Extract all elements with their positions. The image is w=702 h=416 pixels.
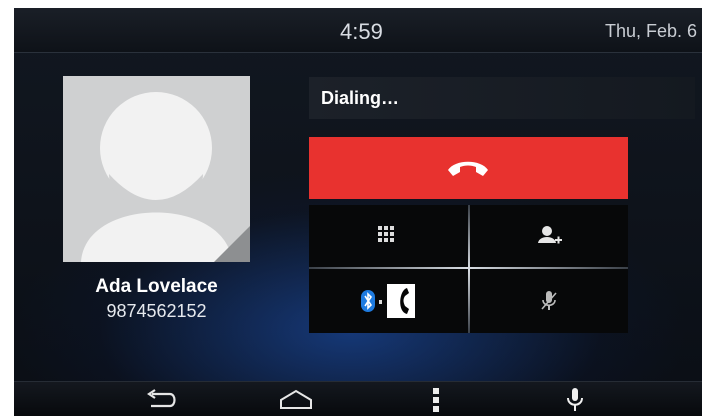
add-caller-button[interactable] (469, 205, 628, 268)
keypad-button[interactable] (309, 205, 468, 268)
audio-source-button[interactable] (309, 270, 468, 333)
screen-bezel-top (0, 0, 702, 8)
end-call-button[interactable] (309, 137, 628, 199)
grid-divider-vertical (468, 205, 470, 333)
bluetooth-phone-icon (361, 284, 415, 318)
back-button[interactable] (130, 382, 190, 416)
keypad-icon (378, 226, 394, 242)
date: Thu, Feb. 6 (605, 21, 698, 41)
home-icon (280, 389, 312, 409)
call-status-banner: Dialing… (309, 77, 695, 119)
back-icon (147, 388, 176, 407)
grid-divider-horizontal (309, 267, 628, 269)
call-status-text: Dialing… (321, 88, 400, 108)
mute-button[interactable] (469, 270, 628, 333)
contact-number: 9874562152 (106, 301, 207, 321)
navigation-bar (14, 381, 702, 416)
home-button[interactable] (266, 382, 326, 416)
add-person-icon (538, 226, 562, 244)
avatar-placeholder-icon (63, 76, 250, 262)
menu-dots-icon (433, 387, 439, 412)
microphone-mute-icon (541, 291, 557, 310)
end-call-icon (448, 161, 488, 176)
contact-avatar (63, 76, 250, 262)
status-bar: 4:59 Thu, Feb. 6 (14, 8, 702, 53)
microphone-icon (567, 387, 583, 411)
phone-call-screen: 4:59 Thu, Feb. 6 Ada Lovelace 9874562152… (0, 0, 702, 416)
voice-button[interactable] (545, 382, 605, 416)
screen-bezel-left (0, 0, 14, 416)
menu-button[interactable] (406, 382, 466, 416)
contact-name: Ada Lovelace (95, 276, 218, 297)
clock: 4:59 (340, 19, 383, 44)
